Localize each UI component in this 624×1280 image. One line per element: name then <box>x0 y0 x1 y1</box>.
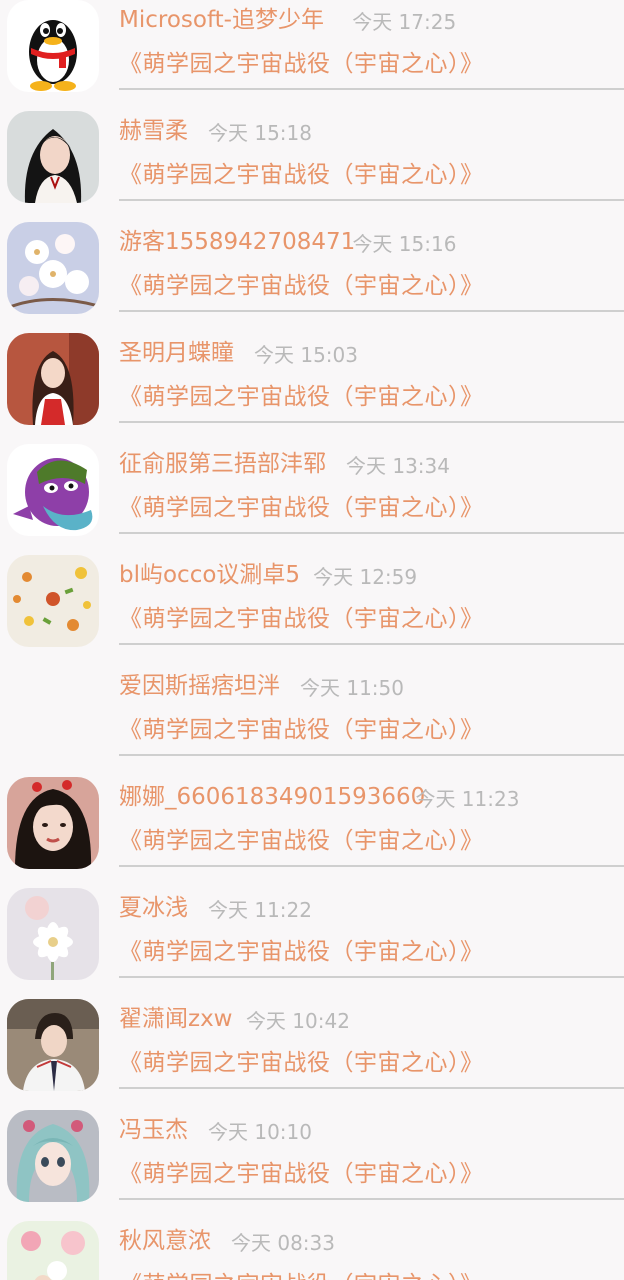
message-preview: 《萌学园之宇宙战役（宇宙之心）》 <box>119 828 484 854</box>
chat-list-item[interactable]: 征俞服第三捂部沣郓 今天 13:34 《萌学园之宇宙战役（宇宙之心）》 <box>0 444 624 562</box>
sender-name: 征俞服第三捂部沣郓 <box>119 451 326 477</box>
sender-name: 翟潇闻zxw <box>119 1006 233 1032</box>
chat-list-item[interactable]: 夏冰浅 今天 11:22 《萌学园之宇宙战役（宇宙之心）》 <box>0 888 624 1006</box>
sender-name: 夏冰浅 <box>119 895 188 921</box>
white-flower-avatar[interactable] <box>7 888 99 980</box>
message-preview: 《萌学园之宇宙战役（宇宙之心）》 <box>119 717 484 743</box>
row-divider <box>119 1087 624 1089</box>
row-divider <box>119 199 624 201</box>
row-divider <box>119 1198 624 1200</box>
chat-list-item[interactable]: 游客1558942708471 今天 15:16 《萌学园之宇宙战役（宇宙之心）》 <box>0 222 624 340</box>
message-timestamp: 今天 10:10 <box>208 1120 312 1144</box>
chat-list: Microsoft-追梦少年 今天 17:25 《萌学园之宇宙战役（宇宙之心）》 赫… <box>0 0 624 1280</box>
message-preview: 《萌学园之宇宙战役（宇宙之心）》 <box>119 384 484 410</box>
message-timestamp: 今天 13:34 <box>346 454 450 478</box>
sender-name: 冯玉杰 <box>119 1117 188 1143</box>
sender-name: bl屿occo议涮卓5 <box>119 562 301 588</box>
row-divider <box>119 643 624 645</box>
message-timestamp: 今天 10:42 <box>245 1009 350 1033</box>
row-divider <box>119 754 624 756</box>
boy-photo-avatar[interactable] <box>7 999 99 1091</box>
message-preview: 《萌学园之宇宙战役（宇宙之心）》 <box>119 162 484 188</box>
girl-photo-avatar[interactable] <box>7 111 99 203</box>
message-timestamp: 今天 15:18 <box>208 121 312 145</box>
avatar[interactable] <box>7 666 99 758</box>
qq-penguin-icon[interactable] <box>7 0 99 92</box>
message-timestamp: 今天 15:16 <box>352 232 457 256</box>
sender-name: 圣明月蝶瞳 <box>119 340 234 366</box>
row-divider <box>119 88 624 90</box>
chat-list-item[interactable]: 翟潇闻zxw 今天 10:42 《萌学园之宇宙战役（宇宙之心）》 <box>0 999 624 1117</box>
row-divider <box>119 976 624 978</box>
message-timestamp: 今天 17:25 <box>352 10 457 34</box>
message-preview: 《萌学园之宇宙战役（宇宙之心）》 <box>119 1269 484 1280</box>
sender-name: 秋风意浓 <box>119 1228 211 1254</box>
row-divider <box>119 532 624 534</box>
girl-portrait-avatar[interactable] <box>7 777 99 869</box>
message-timestamp: 今天 11:50 <box>300 676 404 700</box>
food-photo-avatar[interactable] <box>7 555 99 647</box>
sender-name: 爱因斯摇痞坦泮 <box>119 673 280 699</box>
chat-list-item[interactable]: Microsoft-追梦少年 今天 17:25 《萌学园之宇宙战役（宇宙之心）》 <box>0 0 624 118</box>
row-divider <box>119 865 624 867</box>
message-timestamp: 今天 12:59 <box>313 565 418 589</box>
message-preview: 《萌学园之宇宙战役（宇宙之心）》 <box>119 1161 484 1187</box>
message-preview: 《萌学园之宇宙战役（宇宙之心）》 <box>119 273 484 299</box>
chat-list-item[interactable]: bl屿occo议涮卓5 今天 12:59 《萌学园之宇宙战役（宇宙之心）》 <box>0 555 624 673</box>
chat-list-item[interactable]: 爱因斯摇痞坦泮 今天 11:50 《萌学园之宇宙战役（宇宙之心）》 <box>0 673 624 784</box>
message-timestamp: 今天 15:03 <box>254 343 358 367</box>
sender-name: 游客1558942708471 <box>119 229 356 255</box>
message-preview: 《萌学园之宇宙战役（宇宙之心）》 <box>119 1050 484 1076</box>
sender-name: 赫雪柔 <box>119 118 188 144</box>
chat-list-item[interactable]: 秋风意浓今天 08:33 《萌学园之宇宙战役（宇宙之心）》 <box>0 1221 624 1280</box>
anime-girl-avatar[interactable] <box>7 1110 99 1202</box>
message-preview: 《萌学园之宇宙战役（宇宙之心）》 <box>119 939 484 965</box>
flower-cartoon-avatar[interactable] <box>7 1221 99 1280</box>
sender-name: Microsoft-追梦少年 <box>119 7 324 33</box>
chat-list-item[interactable]: 娜娜_66061834901593660 今天 11:23 《萌学园之宇宙战役（宇宙… <box>0 777 624 895</box>
chat-list-item[interactable]: 冯玉杰 今天 10:10 《萌学园之宇宙战役（宇宙之心）》 <box>0 1110 624 1228</box>
message-preview: 《萌学园之宇宙战役（宇宙之心）》 <box>119 51 484 77</box>
row-divider <box>119 421 624 423</box>
purple-cartoon-avatar[interactable] <box>7 444 99 536</box>
chat-list-item[interactable]: 赫雪柔 今天 15:18 《萌学园之宇宙战役（宇宙之心）》 <box>0 111 624 229</box>
message-preview: 《萌学园之宇宙战役（宇宙之心）》 <box>119 495 484 521</box>
message-preview: 《萌学园之宇宙战役（宇宙之心）》 <box>119 606 484 632</box>
message-timestamp: 今天 11:23 <box>415 787 520 811</box>
message-timestamp: 今天 08:33 <box>231 1231 335 1255</box>
blossom-photo-avatar[interactable] <box>7 222 99 314</box>
row-divider <box>119 310 624 312</box>
message-timestamp: 今天 11:22 <box>208 898 312 922</box>
sender-name: 娜娜_66061834901593660 <box>119 784 426 810</box>
girl-red-dress-avatar[interactable] <box>7 333 99 425</box>
chat-list-item[interactable]: 圣明月蝶瞳 今天 15:03 《萌学园之宇宙战役（宇宙之心）》 <box>0 333 624 451</box>
